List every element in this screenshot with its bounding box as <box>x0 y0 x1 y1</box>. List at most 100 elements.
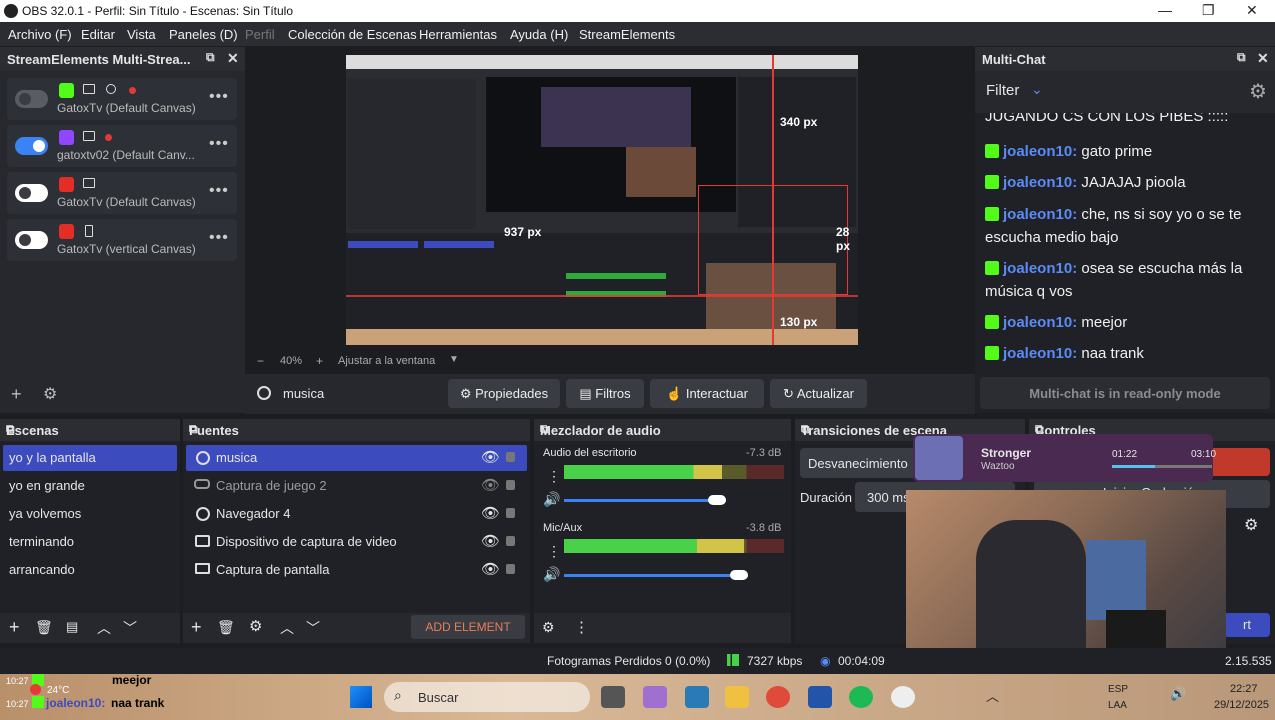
stream-card[interactable]: GatoxTv (Default Canvas) ••• <box>7 78 237 120</box>
interact-button[interactable]: ☝ Interactuar <box>650 379 764 408</box>
zoom-in-button[interactable]: + <box>316 354 323 368</box>
volume-slider[interactable] <box>564 574 748 577</box>
chevron-up-icon[interactable]: ︿ <box>986 686 999 705</box>
taskbar-search[interactable]: ⌕ Buscar <box>384 682 590 712</box>
preview-canvas[interactable]: 340 px 937 px 28 px 130 px <box>346 55 858 345</box>
chevron-down-icon[interactable]: ﹀ <box>306 618 320 638</box>
preview-area[interactable]: 340 px 937 px 28 px 130 px − 40% + Ajust… <box>245 47 975 372</box>
stream-toggle[interactable] <box>15 90 48 108</box>
more-options-icon[interactable]: ••• <box>209 182 229 200</box>
chevron-down-icon[interactable]: ﹀ <box>123 618 137 638</box>
folder-icon[interactable] <box>725 686 749 708</box>
filter-dropdown[interactable]: Filter <box>986 82 1019 99</box>
zoom-out-button[interactable]: − <box>257 354 264 368</box>
stream-toggle[interactable] <box>15 184 48 202</box>
add-element-button[interactable]: ADD ELEMENT <box>411 615 525 639</box>
filters-button[interactable]: ▤ Filtros <box>566 379 644 408</box>
lock-icon[interactable] <box>506 536 515 546</box>
chat-user[interactable]: joaleon10: <box>1003 143 1077 160</box>
gear-icon[interactable]: ⚙ <box>249 617 262 635</box>
stream-toggle[interactable] <box>15 231 48 249</box>
filter-icon[interactable]: ▤ <box>66 619 78 635</box>
volume-icon[interactable]: 🔊 <box>1170 686 1186 702</box>
app-icon[interactable] <box>808 686 832 708</box>
stream-toggle[interactable] <box>15 137 48 155</box>
chrome-icon[interactable] <box>766 686 790 708</box>
edge-icon[interactable] <box>685 686 709 708</box>
chat-user[interactable]: joaleon10: <box>1003 260 1077 277</box>
chevron-up-icon[interactable]: ︿ <box>280 618 294 638</box>
menu-archivo[interactable]: Archivo (F) <box>8 27 72 42</box>
menu-herramientas[interactable]: Herramientas <box>419 27 497 42</box>
chat-user[interactable]: joaleon10: <box>1003 174 1077 191</box>
speaker-icon[interactable]: 🔊 <box>543 491 560 508</box>
chat-user[interactable]: joaleon10: <box>1003 206 1077 223</box>
spotify-icon[interactable] <box>849 686 873 708</box>
eye-icon[interactable]: 👁 <box>481 532 500 550</box>
copilot-icon[interactable] <box>643 686 667 708</box>
eye-icon[interactable]: 👁 <box>481 504 500 522</box>
float-icon[interactable]: ⧉ <box>206 50 215 65</box>
chat-user[interactable]: joaleon10: <box>1003 314 1077 331</box>
menu-streamelements[interactable]: StreamElements <box>579 27 675 42</box>
kebab-menu-icon[interactable]: ⋮ <box>574 618 589 636</box>
close-icon[interactable]: ✕ <box>227 50 239 67</box>
studio-mode-button[interactable]: rt <box>1224 613 1270 637</box>
kebab-menu-icon[interactable]: ⋮ <box>547 543 561 560</box>
obs-icon[interactable] <box>891 686 915 708</box>
menu-paneles[interactable]: Paneles (D) <box>169 27 238 42</box>
properties-button[interactable]: ⚙ Propiedades <box>448 379 560 408</box>
eye-icon[interactable]: 👁 <box>481 448 500 466</box>
windows-start-icon[interactable] <box>350 686 372 708</box>
lock-icon[interactable] <box>506 564 515 574</box>
trash-icon[interactable]: 🗑 <box>217 619 235 636</box>
menu-ayuda[interactable]: Ayuda (H) <box>510 27 568 42</box>
source-item[interactable]: Captura de juego 2 <box>186 473 527 499</box>
gear-icon[interactable]: ⚙ <box>43 384 57 404</box>
source-item[interactable]: Captura de pantalla <box>186 557 527 583</box>
more-options-icon[interactable]: ••• <box>209 135 229 153</box>
menu-perfil[interactable]: Perfil <box>245 27 275 42</box>
scene-item[interactable]: ya volvemos <box>3 501 177 527</box>
taskbar-time[interactable]: 22:27 <box>1230 683 1258 695</box>
menu-coleccion-escenas[interactable]: Colección de Escenas <box>288 27 417 42</box>
more-options-icon[interactable]: ••• <box>209 88 229 106</box>
scene-item[interactable]: yo y la pantalla <box>3 445 177 471</box>
gear-icon[interactable]: ⚙ <box>542 619 555 636</box>
add-source-icon[interactable]: + <box>191 617 202 638</box>
refresh-button[interactable]: ↻ Actualizar <box>770 379 867 408</box>
stream-card[interactable]: gatoxtv02 (Default Canv... ••• <box>7 125 237 167</box>
chat-user[interactable]: joaleon10: <box>1003 345 1077 362</box>
scene-item[interactable]: arrancando <box>3 557 177 583</box>
language-indicator[interactable]: ESP <box>1108 684 1128 695</box>
volume-slider[interactable] <box>564 499 726 502</box>
source-item[interactable]: Dispositivo de captura de video <box>186 529 527 555</box>
float-icon[interactable]: ⧉ <box>1237 50 1246 65</box>
minimize-button[interactable]: — <box>1158 2 1172 18</box>
gear-icon[interactable]: ⚙ <box>1249 79 1267 104</box>
volume-slider-handle[interactable] <box>708 495 726 505</box>
maximize-button[interactable]: ❐ <box>1202 2 1215 19</box>
task-view-icon[interactable] <box>601 686 625 708</box>
eye-hidden-icon[interactable]: 👁 <box>481 476 500 494</box>
menu-vista[interactable]: Vista <box>127 27 156 42</box>
close-icon[interactable]: ✕ <box>1257 50 1269 67</box>
gear-icon[interactable]: ⚙ <box>1244 515 1258 535</box>
trash-icon[interactable]: 🗑 <box>35 619 53 636</box>
stream-card[interactable]: GatoxTv (Default Canvas) ••• <box>7 172 237 214</box>
chevron-down-icon[interactable]: ⌄ <box>1031 81 1043 98</box>
source-item[interactable]: musica <box>186 445 527 471</box>
scene-item[interactable]: yo en grande <box>3 473 177 499</box>
fit-window-button[interactable]: Ajustar a la ventana <box>338 355 435 367</box>
eye-icon[interactable]: 👁 <box>481 560 500 578</box>
volume-slider-handle[interactable] <box>730 570 748 580</box>
chevron-down-icon[interactable]: ▼ <box>449 354 459 365</box>
scene-item[interactable]: terminando <box>3 529 177 555</box>
source-item[interactable]: Navegador 4 <box>186 501 527 527</box>
float-icon[interactable]: ⧉ <box>189 422 522 437</box>
speaker-icon[interactable]: 🔊 <box>543 566 560 583</box>
kebab-menu-icon[interactable]: ⋮ <box>547 468 561 485</box>
more-options-icon[interactable]: ••• <box>209 229 229 247</box>
close-button[interactable]: ✕ <box>1246 2 1258 19</box>
add-scene-icon[interactable]: + <box>9 617 20 638</box>
